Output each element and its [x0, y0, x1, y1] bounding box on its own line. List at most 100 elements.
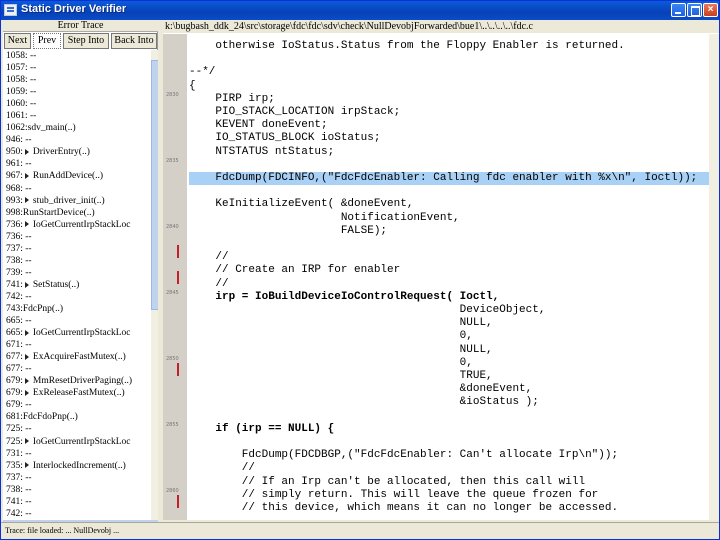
trace-line-number: 725: [6, 436, 23, 447]
trace-marker [177, 271, 179, 284]
trace-row[interactable]: 679: ExReleaseFastMutex(..) [3, 387, 153, 399]
trace-row[interactable]: 671: -- [3, 339, 153, 351]
trace-row[interactable]: 742: -- [3, 291, 153, 303]
trace-line-number: 677: [6, 352, 23, 363]
back-into-button[interactable]: Back Into [111, 33, 157, 49]
code-line: 0, [189, 356, 473, 369]
gutter-line-number: 2830 [166, 92, 179, 98]
code-line: // this device, which means it can no lo… [189, 502, 619, 514]
expand-arrow-icon[interactable] [24, 378, 29, 385]
trace-row[interactable]: 679: -- [3, 399, 153, 411]
code-line: KeInitializeEvent( &doneEvent, [189, 198, 414, 211]
trace-row[interactable]: 968: -- [3, 183, 153, 195]
trace-row[interactable]: 679: MmResetDriverPaging(..) [3, 375, 153, 387]
trace-line-number: 679: [6, 388, 23, 399]
expand-arrow-icon[interactable] [24, 353, 29, 360]
trace-row[interactable]: 677: -- [3, 363, 153, 375]
source-code-view[interactable]: otherwise IoStatus.Status from the Flopp… [189, 34, 709, 520]
trace-line-number: 998:RunStartDevice(..) [6, 207, 95, 218]
trace-row[interactable]: 1061: -- [3, 110, 153, 122]
trace-row[interactable]: 1062:sdv_main(..) [3, 122, 153, 134]
minimize-button[interactable] [671, 3, 686, 17]
code-line: otherwise IoStatus.Status from the Flopp… [189, 40, 625, 52]
expand-arrow-icon[interactable] [24, 221, 29, 228]
trace-row[interactable]: 1060: -- [3, 98, 153, 110]
trace-row[interactable]: 725: -- [3, 423, 153, 435]
trace-row[interactable]: 738: -- [3, 484, 153, 496]
trace-row[interactable]: 737: -- [3, 472, 153, 484]
trace-line-number: 1061: -- [6, 111, 37, 122]
line-gutter: 2830 2835 2840 2845 2850 2855 2860 [163, 34, 187, 520]
trace-row[interactable]: 1057: -- [3, 62, 153, 74]
trace-line-number: 677: -- [6, 364, 32, 375]
expand-arrow-icon[interactable] [24, 462, 29, 469]
maximize-button[interactable] [687, 3, 702, 17]
trace-row[interactable]: 998:RunStartDevice(..) [3, 207, 153, 219]
trace-row[interactable]: 742: -- [3, 508, 153, 520]
trace-line-number: 739: -- [6, 267, 32, 278]
expand-arrow-icon[interactable] [24, 438, 29, 445]
step-into-button[interactable]: Step Into [63, 33, 109, 49]
trace-row[interactable]: 1059: -- [3, 86, 153, 98]
highlighted-code-line: FdcDump(FDCINFO,("FdcFdcEnabler: Calling… [189, 172, 709, 185]
trace-row[interactable]: 737: -- [3, 243, 153, 255]
trace-marker [177, 363, 179, 376]
trace-row[interactable]: 731: -- [3, 448, 153, 460]
trace-row[interactable]: 739: -- [3, 267, 153, 279]
expand-arrow-icon[interactable] [24, 197, 29, 204]
trace-line-number: 993: [6, 195, 23, 206]
trace-list[interactable]: 1058: -- 1057: -- 1058: -- 1059: -- 1060: --… [3, 50, 153, 520]
expand-arrow-icon[interactable] [24, 281, 29, 288]
prev-button[interactable]: Prev [33, 33, 61, 49]
trace-row[interactable]: 961: -- [3, 158, 153, 170]
gutter-line-number: 2840 [166, 224, 179, 230]
expand-arrow-icon[interactable] [24, 329, 29, 336]
close-button[interactable]: × [703, 3, 718, 17]
trace-call-label: IoGetCurrentIrpStackLoc [32, 328, 131, 339]
error-trace-header: Error Trace [3, 20, 158, 32]
trace-call-label: ExReleaseFastMutex(..) [32, 388, 125, 399]
trace-row[interactable]: 967: RunAddDevice(..) [3, 170, 153, 182]
code-line: TRUE, [189, 370, 493, 382]
trace-row[interactable]: 736: IoGetCurrentIrpStackLoc [3, 219, 153, 231]
expand-arrow-icon[interactable] [24, 149, 29, 156]
trace-row[interactable]: 1058: -- [3, 50, 153, 62]
trace-row[interactable]: 993: stub_driver_init(..) [3, 195, 153, 207]
expand-arrow-icon[interactable] [24, 173, 29, 180]
gutter-line-number: 2850 [166, 356, 179, 362]
next-button[interactable]: Next [4, 33, 31, 49]
trace-row[interactable]: 741: -- [3, 496, 153, 508]
trace-call-label: stub_driver_init(..) [32, 195, 105, 206]
trace-row[interactable]: 677: ExAcquireFastMutex(..) [3, 351, 153, 363]
trace-row[interactable]: 735: InterlockedIncrement(..) [3, 460, 153, 472]
trace-line-number: 725: -- [6, 424, 32, 435]
trace-row[interactable]: 741: SetStatus(..) [3, 279, 153, 291]
source-scrollbar[interactable] [709, 34, 719, 520]
expand-arrow-icon[interactable] [24, 390, 29, 397]
trace-row[interactable]: 736: -- [3, 231, 153, 243]
trace-row[interactable]: 665: -- [3, 315, 153, 327]
trace-row[interactable]: 743:FdcPnp(..) [3, 303, 153, 315]
trace-line-number: 968: -- [6, 183, 32, 194]
code-line: // Create an IRP for enabler [189, 264, 401, 277]
source-pane: k:\bugbash_ddk_24\src\storage\fdc\fdc\sd… [163, 20, 719, 520]
title-bar[interactable]: Static Driver Verifier × [1, 1, 719, 20]
trace-call-label: DriverEntry(..) [32, 147, 90, 158]
trace-call-label: SetStatus(..) [32, 279, 80, 290]
trace-row[interactable]: 950: DriverEntry(..) [3, 146, 153, 158]
trace-line-number: 741: [6, 279, 23, 290]
code-line: PIO_STACK_LOCATION irpStack; [189, 106, 401, 118]
status-bar: Trace: file loaded: ... NullDevobj ... [1, 522, 719, 539]
trace-line-number: 1058: -- [6, 51, 37, 61]
trace-row[interactable]: 681:FdcFdoPnp(..) [3, 411, 153, 423]
trace-row[interactable]: 738: -- [3, 255, 153, 267]
trace-row[interactable]: 1058: -- [3, 74, 153, 86]
trace-row[interactable]: 946: -- [3, 134, 153, 146]
trace-row[interactable]: 725: IoGetCurrentIrpStackLoc [3, 436, 153, 448]
trace-row[interactable]: 665: IoGetCurrentIrpStackLoc [3, 327, 153, 339]
code-line: NULL, [189, 317, 493, 330]
code-line: // simply return. This will leave the qu… [189, 488, 599, 501]
